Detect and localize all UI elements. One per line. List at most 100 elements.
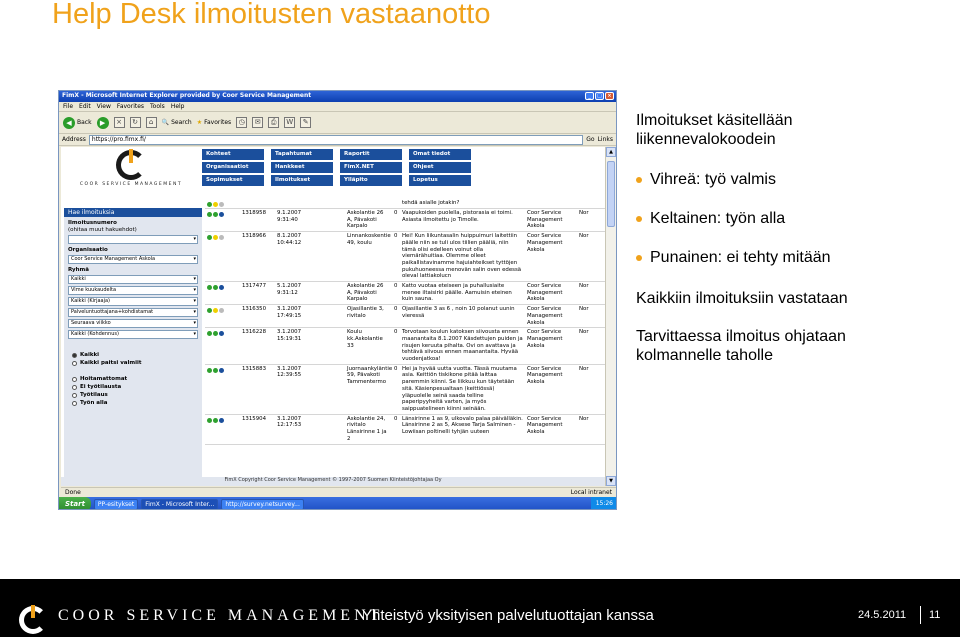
nav-lopetus[interactable]: Lopetus [409, 175, 471, 186]
ilmoitusnumero-input[interactable] [68, 235, 198, 244]
menu-favorites[interactable]: Favorites [117, 103, 144, 110]
mail-icon[interactable]: ✉ [252, 117, 264, 128]
menu-help[interactable]: Help [171, 103, 185, 110]
print-icon[interactable]: ⎙ [268, 117, 280, 128]
edit-icon[interactable]: ✎ [300, 117, 312, 128]
go-button[interactable]: Go [586, 136, 594, 143]
nav-omat-tiedot[interactable]: Omat tiedot [409, 149, 471, 160]
cell-n [392, 199, 400, 208]
radio-icon [72, 360, 77, 366]
table-row[interactable]: 1317477 5.1.2007 9:31:12 Askolantie 26 A, … [205, 282, 605, 306]
scroll-up-icon[interactable]: ▲ [606, 147, 616, 157]
cell-date: 3.1.2007 12:17:53 [277, 415, 302, 429]
logo-text: COOR SERVICE MANAGEMENT [79, 182, 183, 187]
nav-ilmoitukset[interactable]: Ilmoitukset [271, 175, 333, 186]
back-button[interactable]: ◀ Back [63, 116, 92, 129]
radio-tyotilaus[interactable]: Työtilaus [64, 391, 202, 399]
taskbar-item[interactable]: FimX - Microsoft Inter... [141, 498, 219, 509]
radio-ei-tyotilausta[interactable]: Ei työtilausta [64, 383, 202, 391]
filter-select[interactable]: Kaikki [68, 275, 198, 284]
stop-icon[interactable]: × [113, 117, 125, 128]
footer-title: Yhteistyö yksityisen palvelutuottajan ka… [362, 607, 654, 624]
table-row[interactable]: 1318966 8.1.2007 10:44:12 Linnankoskentie … [205, 232, 605, 283]
refresh-icon[interactable]: ↻ [129, 117, 141, 128]
traffic-light-icon [207, 202, 212, 207]
table-row[interactable]: 1315883 3.1.2007 12:39:55 Juornaankyläntie… [205, 365, 605, 415]
table-row[interactable]: 1318958 9.1.2007 9:31:40 Askolantie 26 A, … [205, 209, 605, 233]
vertical-scrollbar[interactable]: ▲ ▼ [605, 147, 616, 486]
filter-select[interactable]: Kaikki (Kirjaaja) [68, 297, 198, 306]
main-nav: Kohteet Tapahtumat Raportit Omat tiedot … [202, 149, 603, 186]
taskbar-item[interactable]: http://survey.netsurvey... [221, 498, 304, 509]
links-button[interactable]: Links [598, 136, 613, 143]
cell-no[interactable]: 1316350 [240, 305, 275, 327]
cell-addr: Askolantie 24, rivitalo Länsirinne 1 ja … [347, 415, 389, 442]
cell-no[interactable]: 1318958 [240, 209, 275, 231]
cell-no[interactable]: 1316228 [240, 328, 275, 364]
filter-select[interactable]: Palveluntuottajana+kohdistamat [68, 308, 198, 317]
menu-view[interactable]: View [97, 103, 111, 110]
radio-tyon-alla[interactable]: Työn alla [64, 399, 202, 407]
cell-org: Coor Service Management Askola [527, 365, 565, 386]
cell-n: 0 [394, 415, 398, 422]
cell-n: 0 [394, 329, 398, 336]
traffic-light-icon [213, 331, 218, 337]
nav-hankkeet[interactable]: Hankkeet [271, 162, 333, 173]
cell-date: 5.1.2007 9:31:12 [277, 283, 302, 296]
cell-no[interactable]: 1318966 [240, 232, 275, 281]
cell-no[interactable]: 1315883 [240, 365, 275, 414]
intro-text: Ilmoitukset käsitellään liikennevalokood… [636, 112, 793, 148]
radio-kaikki[interactable]: Kaikki [64, 351, 202, 359]
start-button[interactable]: Start [59, 497, 91, 509]
search-button[interactable]: 🔍 Search [162, 119, 192, 126]
table-row[interactable]: 1316228 3.1.2007 15:19:31 Koulu kk.Askolan… [205, 328, 605, 365]
maximize-icon[interactable]: □ [595, 92, 604, 100]
slide-title: Help Desk ilmoitusten vastaanotto [52, 0, 491, 30]
nav-kohteet[interactable]: Kohteet [202, 149, 264, 160]
nav-yllapito[interactable]: Ylläpito [340, 175, 402, 186]
app-footer: FimX Copyright Coor Service Management ©… [61, 477, 605, 486]
nav-organisaatiot[interactable]: Organisaatiot [202, 162, 264, 173]
radio-hoitamattomat[interactable]: Hoitamattomat [64, 375, 202, 383]
cell-no[interactable]: 1315904 [240, 415, 275, 444]
table-row[interactable]: tehdä asialle jotakin? [205, 199, 605, 209]
filter-select[interactable]: Kaikki (Kohdennus) [68, 330, 198, 339]
nav-sopimukset[interactable]: Sopimukset [202, 175, 264, 186]
taskbar-item[interactable]: PP-esitykset [93, 498, 139, 509]
cell-no[interactable]: 1317477 [240, 282, 275, 304]
cell-desc: Torvotaan koulun katoksen siivousta enne… [402, 329, 525, 363]
cell-s: Nor [579, 329, 589, 336]
nav-fimx-net[interactable]: FimX.NET [340, 162, 402, 173]
favorites-button[interactable]: ★ Favorites [197, 119, 232, 126]
history-icon[interactable]: ◷ [236, 117, 248, 128]
menu-file[interactable]: File [63, 103, 73, 110]
organisaatio-select[interactable]: Coor Service Management Askola [68, 255, 198, 264]
menu-bar: File Edit View Favorites Tools Help [59, 102, 616, 112]
table-row[interactable]: 1316350 3.1.2007 17:49:15 Ojasillantie 3, … [205, 305, 605, 329]
radio-icon [72, 352, 77, 358]
minimize-icon[interactable]: _ [585, 92, 594, 100]
home-icon[interactable]: ⌂ [145, 117, 157, 128]
filter-select[interactable]: Vime kuukaudelta [68, 286, 198, 295]
nav-raportit[interactable]: Raportit [340, 149, 402, 160]
company-logo: COOR SERVICE MANAGEMENT [64, 149, 198, 202]
scroll-thumb[interactable] [607, 161, 615, 227]
traffic-light-icon [207, 331, 212, 337]
close-icon[interactable]: × [605, 92, 614, 100]
filter-select[interactable]: Seuraava viikko [68, 319, 198, 328]
scroll-down-icon[interactable]: ▼ [606, 476, 616, 486]
forward-arrow-icon[interactable]: ▶ [96, 116, 109, 129]
word-icon[interactable]: W [284, 117, 296, 128]
table-row[interactable]: 1315904 3.1.2007 12:17:53 Askolantie 24, r… [205, 415, 605, 445]
zone-text: Local intranet [570, 489, 612, 496]
search-icon: 🔍 [161, 119, 170, 126]
window-title: FimX - Microsoft Internet Explorer provi… [62, 92, 312, 99]
cell-no[interactable] [240, 199, 275, 208]
menu-edit[interactable]: Edit [79, 103, 91, 110]
menu-tools[interactable]: Tools [150, 103, 165, 110]
radio-kaikki-paitsi-valmiit[interactable]: Kaikki paitsi valmiit [64, 359, 202, 367]
nav-tapahtumat[interactable]: Tapahtumat [271, 149, 333, 160]
traffic-light-icon [207, 308, 212, 314]
address-input[interactable]: https://pro.fimx.fi/ [88, 134, 584, 145]
nav-ohjeet[interactable]: Ohjeet [409, 162, 471, 173]
